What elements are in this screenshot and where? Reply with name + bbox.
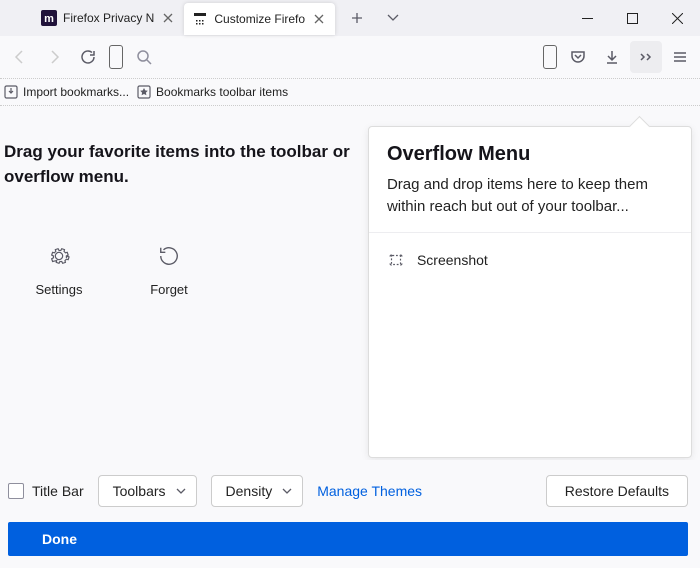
toolbars-label: Toolbars — [113, 483, 166, 499]
overflow-item-screenshot[interactable]: Screenshot — [387, 245, 673, 275]
customize-icon — [192, 11, 208, 27]
done-button[interactable]: Done — [8, 522, 688, 556]
overflow-button[interactable] — [630, 41, 662, 73]
overflow-item-label: Screenshot — [417, 252, 488, 268]
density-dropdown[interactable]: Density — [211, 475, 304, 507]
app-menu-button[interactable] — [664, 41, 696, 73]
instruction-text: Drag your favorite items into the toolba… — [4, 140, 364, 189]
restore-defaults-button[interactable]: Restore Defaults — [546, 475, 688, 507]
density-label: Density — [226, 483, 273, 499]
import-bookmarks-label: Import bookmarks... — [23, 85, 129, 99]
palette-item-label: Settings — [36, 282, 83, 297]
restore-defaults-label: Restore Defaults — [565, 483, 669, 499]
forward-button[interactable] — [38, 41, 70, 73]
forget-icon — [155, 242, 183, 270]
checkbox[interactable] — [8, 483, 24, 499]
pocket-button[interactable] — [562, 41, 594, 73]
palette-item-settings[interactable]: Settings — [4, 219, 114, 319]
chevron-down-icon — [282, 488, 292, 494]
list-tabs-button[interactable] — [379, 4, 407, 32]
reload-button[interactable] — [72, 41, 104, 73]
import-icon — [4, 85, 18, 99]
minimize-button[interactable] — [565, 3, 610, 33]
favicon-mozilla: m — [41, 10, 57, 26]
overflow-description: Drag and drop items here to keep them wi… — [387, 174, 673, 218]
manage-themes-link[interactable]: Manage Themes — [317, 483, 422, 499]
bookmarks-items-label: Bookmarks toolbar items — [156, 85, 288, 99]
close-icon[interactable] — [311, 11, 327, 27]
tab-label: Customize Firefo — [214, 12, 305, 26]
tab-bar: m Firefox Privacy N Customize Firefo — [0, 0, 700, 36]
overflow-title: Overflow Menu — [387, 143, 673, 166]
overflow-panel: Overflow Menu Drag and drop items here t… — [368, 126, 692, 458]
palette-grid[interactable]: Settings Forget — [4, 219, 364, 319]
tab-firefox-privacy[interactable]: m Firefox Privacy N — [33, 2, 184, 34]
done-label: Done — [42, 531, 77, 547]
window-controls — [565, 3, 700, 33]
titlebar-label: Title Bar — [32, 483, 84, 499]
palette-column: Drag your favorite items into the toolba… — [4, 116, 364, 458]
close-icon[interactable] — [160, 10, 176, 26]
navigation-toolbar — [0, 36, 700, 78]
customize-area: Drag your favorite items into the toolba… — [0, 106, 700, 458]
screenshot-icon — [387, 251, 405, 269]
maximize-button[interactable] — [610, 3, 655, 33]
close-window-button[interactable] — [655, 3, 700, 33]
bookmarks-toolbar: Import bookmarks... Bookmarks toolbar it… — [0, 78, 700, 106]
bookmarks-items-placeholder[interactable]: Bookmarks toolbar items — [137, 85, 288, 99]
titlebar-checkbox-wrap[interactable]: Title Bar — [8, 483, 84, 499]
bottom-bar: Title Bar Toolbars Density Manage Themes… — [0, 460, 700, 568]
palette-item-label: Forget — [150, 282, 188, 297]
svg-text:m: m — [44, 13, 54, 25]
palette-item-forget[interactable]: Forget — [114, 219, 224, 319]
star-icon — [137, 85, 151, 99]
tab-label: Firefox Privacy N — [63, 11, 154, 25]
tab-customize[interactable]: Customize Firefo — [184, 3, 335, 35]
back-button[interactable] — [4, 41, 36, 73]
overflow-drop-area[interactable]: Screenshot — [369, 233, 691, 287]
downloads-button[interactable] — [596, 41, 628, 73]
reader-mode-slot[interactable] — [543, 45, 557, 69]
new-tab-button[interactable] — [343, 4, 371, 32]
search-icon[interactable] — [128, 41, 160, 73]
reader-mode-slot[interactable] — [109, 45, 123, 69]
chevron-down-icon — [176, 488, 186, 494]
gear-icon — [45, 242, 73, 270]
toolbars-dropdown[interactable]: Toolbars — [98, 475, 197, 507]
import-bookmarks-button[interactable]: Import bookmarks... — [4, 85, 129, 99]
